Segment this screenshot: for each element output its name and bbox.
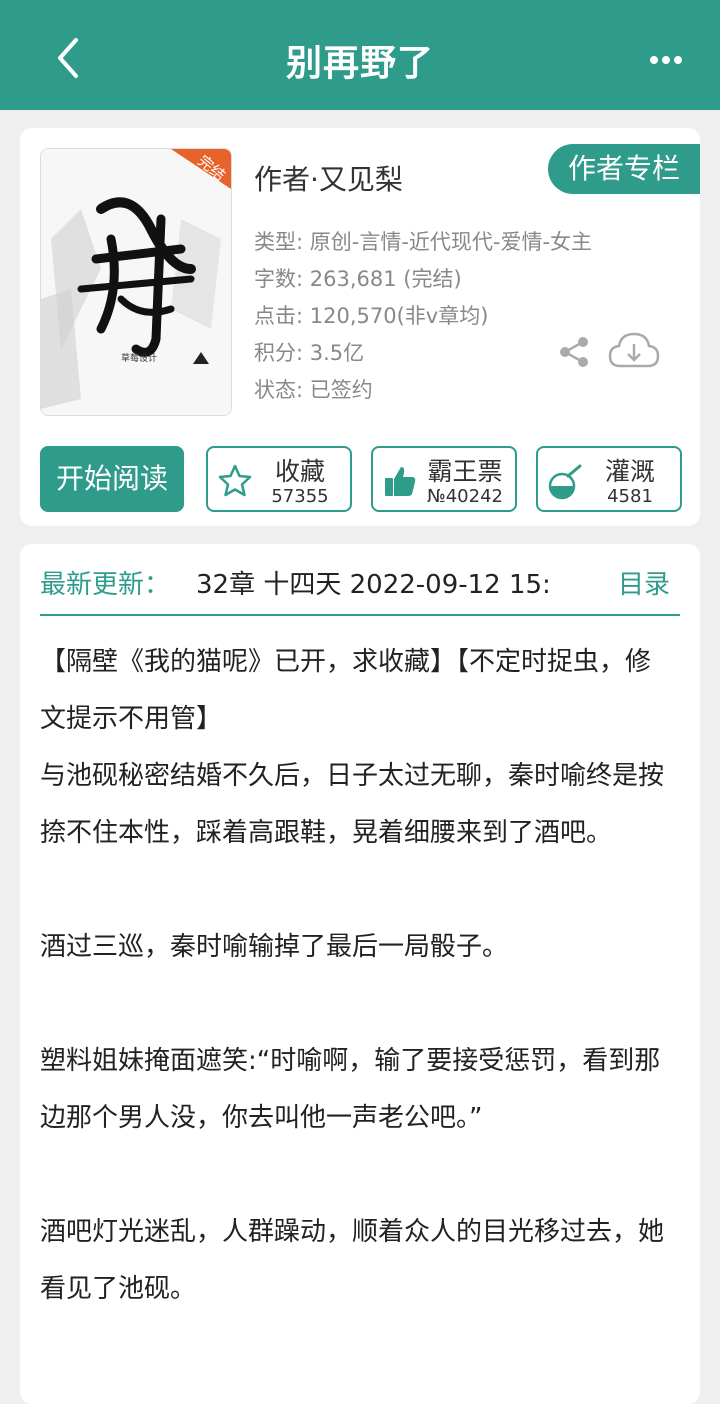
meta-score: 积分: 3.5亿 xyxy=(254,341,365,365)
page-title: 别再野了 xyxy=(285,43,434,84)
book-cover[interactable]: 草莓设计 完结 xyxy=(40,148,232,416)
table-of-contents-link[interactable]: 目录 xyxy=(618,564,670,601)
cover-art: 草莓设计 完结 xyxy=(41,149,231,415)
water-count: 4581 xyxy=(607,486,653,507)
author-column-button[interactable]: 作者专栏 xyxy=(548,144,700,194)
meta-type: 类型: 原创-言情-近代现代-爱情-女主 xyxy=(254,230,593,254)
more-button[interactable] xyxy=(636,40,696,80)
meta-word-count: 字数: 263,681 (完结) xyxy=(254,267,462,291)
water-button[interactable]: 灌溉 4581 xyxy=(536,446,682,512)
favorite-button[interactable]: 收藏 57355 xyxy=(206,446,352,512)
author-name[interactable]: 作者·又见梨 xyxy=(254,158,403,198)
book-info-card: 草莓设计 完结 作者·又见梨 作者专栏 类型: 原创-言情-近代现代-爱情-女主… xyxy=(20,128,700,526)
latest-update-text[interactable]: 32章 十四天 2022-09-12 15: xyxy=(196,564,596,601)
book-synopsis: 【隔壁《我的猫呢》已开，求收藏】【不定时捉虫，修文提示不用管】 与池砚秘密结婚不… xyxy=(40,647,665,1304)
download-button[interactable] xyxy=(606,328,662,374)
synopsis-card: 最新更新： 32章 十四天 2022-09-12 15: 目录 【隔壁《我的猫呢… xyxy=(20,544,700,1404)
start-reading-button[interactable]: 开始阅读 xyxy=(40,446,184,512)
divider xyxy=(40,614,680,616)
favorite-label: 收藏 xyxy=(274,457,325,486)
cloud-download-icon xyxy=(608,332,660,368)
more-dots-icon xyxy=(650,56,682,64)
book-meta: 类型: 原创-言情-近代现代-爱情-女主 字数: 263,681 (完结) 点击… xyxy=(254,224,592,409)
favorite-count: 57355 xyxy=(271,486,329,507)
share-icon xyxy=(560,337,588,367)
vote-button[interactable]: 霸王票 №40242 xyxy=(371,446,517,512)
share-button[interactable] xyxy=(556,334,592,370)
vote-label: 霸王票 xyxy=(427,457,503,486)
top-app-bar: 别再野了 xyxy=(0,0,720,110)
meta-status: 状态: 已签约 xyxy=(254,378,373,402)
vote-count: №40242 xyxy=(427,486,503,507)
water-label: 灌溉 xyxy=(604,457,655,486)
thumbs-up-icon xyxy=(385,467,416,496)
cover-publisher: 草莓设计 xyxy=(121,352,157,364)
star-icon xyxy=(218,464,252,497)
watering-can-icon xyxy=(548,464,582,500)
meta-clicks: 点击: 120,570(非v章均) xyxy=(254,304,489,328)
latest-update-label: 最新更新： xyxy=(40,570,171,600)
